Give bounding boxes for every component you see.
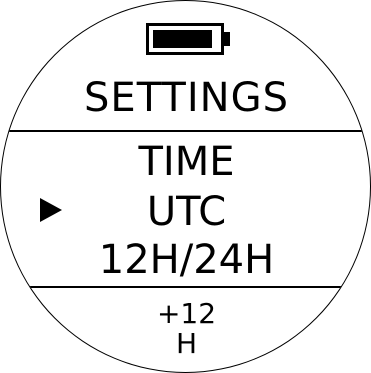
utc-offset-unit: H [175, 327, 198, 360]
menu-item-12h-24h[interactable]: 12H/24H [1, 236, 370, 284]
battery-tip [224, 32, 230, 46]
watch-face: SETTINGS TIME UTC 12H/24H +12 H [0, 0, 371, 373]
battery-icon [146, 23, 230, 55]
utc-offset-value: +12 [156, 297, 217, 330]
menu-item-utc[interactable]: UTC [1, 188, 370, 236]
battery-body [146, 23, 224, 55]
battery-fill [153, 30, 212, 48]
divider-bottom [1, 286, 370, 288]
page-title: SETTINGS [84, 75, 289, 121]
menu-item-time[interactable]: TIME [1, 138, 370, 186]
divider-top [1, 130, 370, 132]
